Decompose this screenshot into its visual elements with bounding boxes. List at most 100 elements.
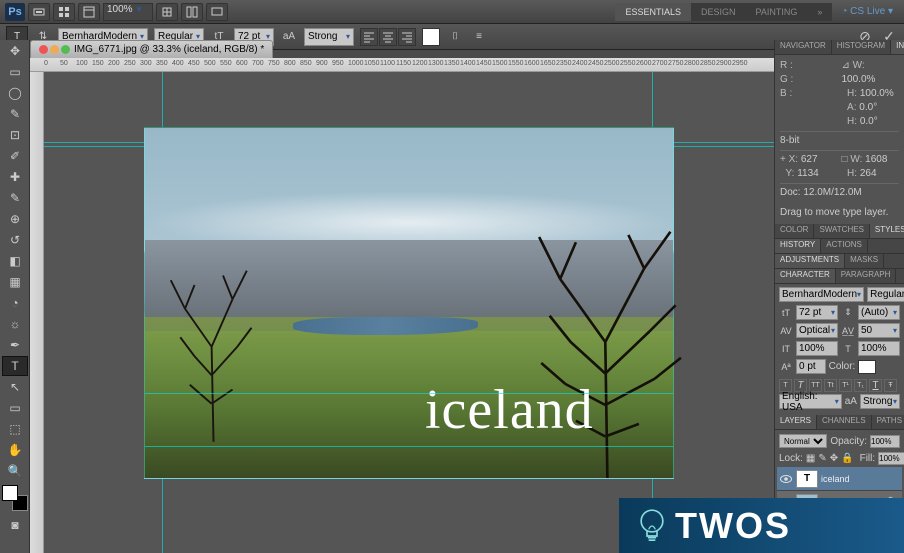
document-tab[interactable]: IMG_6771.jpg @ 33.3% (iceland, RGB/8) * [30,40,273,58]
shape-tool[interactable]: ▭ [2,398,28,418]
layer-row-text[interactable]: T iceland [777,467,902,491]
hand-icon[interactable] [156,3,178,21]
eraser-tool[interactable]: ◧ [2,251,28,271]
workspace-tab-essentials[interactable]: ESSENTIALS [615,3,691,21]
lock-transparency-icon[interactable]: ▦ [806,453,815,464]
path-select-tool[interactable]: ↖ [2,377,28,397]
char-hscale-input[interactable]: 100% [858,341,900,356]
character-panel-icon[interactable]: ≡ [470,28,488,46]
tab-info[interactable]: INFO [891,40,904,54]
stamp-tool[interactable]: ⊕ [2,209,28,229]
warp-text-icon[interactable]: ⌷ [446,28,464,46]
tab-adjustments[interactable]: ADJUSTMENTS [775,254,845,268]
canvas-image[interactable]: iceland [144,127,674,479]
text-color-swatch[interactable] [422,28,440,46]
char-baseline-input[interactable]: 0 pt [796,359,826,374]
tab-swatches[interactable]: SWATCHES [814,224,869,238]
workspace-tab-design[interactable]: DESIGN [691,3,746,21]
align-center-button[interactable] [379,28,397,46]
canvas-area[interactable]: iceland [44,72,774,553]
tab-color[interactable]: COLOR [775,224,814,238]
foreground-background-colors[interactable] [2,485,28,511]
subscript-button[interactable]: T₁ [854,379,867,392]
workspace-tab-painting[interactable]: PAINTING [745,3,807,21]
vertical-ruler[interactable] [30,72,44,553]
visibility-toggle[interactable] [779,472,793,486]
tab-histogram[interactable]: HISTOGRAM [832,40,891,54]
quick-select-tool[interactable]: ✎ [2,104,28,124]
anti-alias-select[interactable]: Strong▾ [304,28,354,46]
gradient-tool[interactable]: ▦ [2,272,28,292]
tab-character[interactable]: CHARACTER [775,269,836,283]
char-kerning-select[interactable]: Optical▾ [796,323,838,338]
tab-history[interactable]: HISTORY [775,239,821,253]
document-window: 0501001502002503003504004505005506007007… [30,58,774,553]
tab-actions[interactable]: ACTIONS [821,239,868,253]
close-icon[interactable] [39,45,48,54]
zoom-select[interactable]: 100% ▼ [103,3,153,21]
char-size-select[interactable]: 72 pt▾ [796,305,838,320]
info-w2: 1608 [865,154,887,165]
arrange-icon[interactable] [181,3,203,21]
fill-input[interactable] [878,452,904,465]
lock-all-icon[interactable]: 🔒 [841,453,853,464]
lasso-tool[interactable]: ◯ [2,83,28,103]
eyedropper-tool[interactable]: ✐ [2,146,28,166]
dodge-tool[interactable]: ☼ [2,314,28,334]
char-tracking-select[interactable]: 50▾ [858,323,900,338]
tree-left [166,233,261,461]
align-right-button[interactable] [398,28,416,46]
chevron-down-icon: ▼ [135,5,143,14]
mini-bridge-icon[interactable] [53,3,75,21]
lock-pixels-icon[interactable]: ✎ [818,453,826,464]
char-language-select[interactable]: English: USA▾ [779,394,842,409]
guide-horizontal[interactable] [145,446,673,447]
type-tool[interactable]: T [2,356,28,376]
zoom-tool[interactable]: 🔍 [2,461,28,481]
marquee-tool[interactable]: ▭ [2,62,28,82]
traffic-lights [39,45,70,54]
hand-tool[interactable]: ✋ [2,440,28,460]
char-color-swatch[interactable] [858,360,876,374]
brush-tool[interactable]: ✎ [2,188,28,208]
cs-live-button[interactable]: ◔ CS Live ▾ [835,6,899,17]
char-leading-select[interactable]: (Auto)▾ [858,305,900,320]
underline-button[interactable]: T [869,379,882,392]
blend-mode-select[interactable]: Normal [779,434,827,448]
lock-position-icon[interactable]: ✥ [830,453,838,464]
opacity-input[interactable] [870,435,900,448]
workspace-overflow-icon[interactable]: » [807,3,832,21]
foreground-color-swatch[interactable] [2,485,18,501]
strikethrough-button[interactable]: Ŧ [884,379,897,392]
pen-tool[interactable]: ✒ [2,335,28,355]
blur-tool[interactable]: ◔ [2,293,28,313]
type-layer-text[interactable]: iceland [425,378,594,442]
tab-masks[interactable]: MASKS [845,254,884,268]
tab-navigator[interactable]: NAVIGATOR [775,40,832,54]
align-left-button[interactable] [360,28,378,46]
screen-mode-icon[interactable] [206,3,228,21]
char-vscale-input[interactable]: 100% [796,341,838,356]
crop-tool[interactable]: ⊡ [2,125,28,145]
history-brush-tool[interactable]: ↺ [2,230,28,250]
tab-channels[interactable]: CHANNELS [817,415,872,429]
3d-tool[interactable]: ⬚ [2,419,28,439]
char-style-select[interactable]: Regular▾ [867,287,904,302]
maximize-icon[interactable] [61,45,70,54]
horizontal-ruler[interactable]: 0501001502002503003504004505005506007007… [30,58,774,72]
minimize-icon[interactable] [50,45,59,54]
guide-horizontal[interactable] [145,393,673,394]
char-aa-select[interactable]: Strong▾ [860,394,900,409]
tab-paths[interactable]: PATHS [872,415,904,429]
move-tool[interactable]: ✥ [2,41,28,61]
layer-name[interactable]: iceland [821,474,850,484]
healing-tool[interactable]: ✚ [2,167,28,187]
tab-styles[interactable]: STYLES [870,224,904,238]
char-font-select[interactable]: BernhardModern▾ [779,287,864,302]
superscript-button[interactable]: T¹ [839,379,852,392]
tab-paragraph[interactable]: PARAGRAPH [836,269,897,283]
view-extras-icon[interactable] [78,3,100,21]
bridge-icon[interactable] [28,3,50,21]
quick-mask-icon[interactable]: ◙ [2,515,28,535]
tab-layers[interactable]: LAYERS [775,415,817,429]
